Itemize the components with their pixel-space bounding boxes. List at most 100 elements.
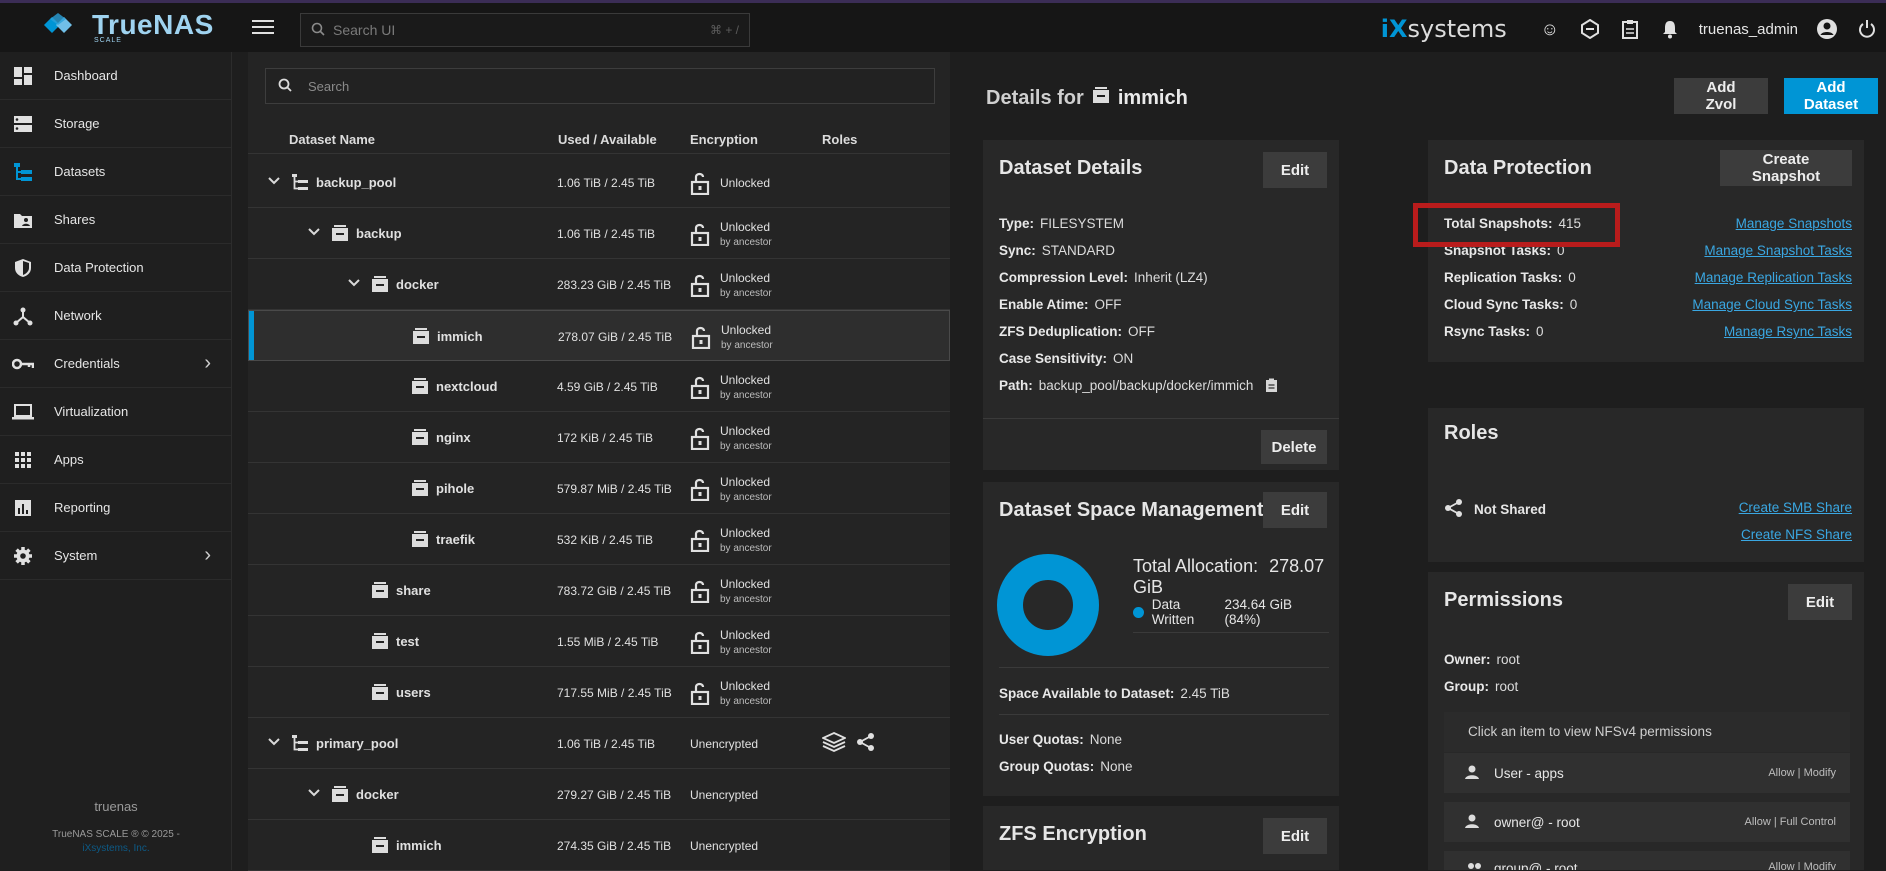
add-zvol-button[interactable]: Add Zvol [1674,78,1768,114]
create-smb-share-link[interactable]: Create SMB Share [1739,500,1852,515]
unlocked-padlock-icon[interactable] [690,171,712,196]
encryption-status-text: Unlocked [720,475,771,489]
sidebar-item-virtualization[interactable]: Virtualization [0,388,231,436]
dataset-used-available: 4.59 GiB / 2.45 TiB [557,380,658,394]
permissions-title: Permissions [1444,589,1563,611]
encryption-status-sub: by ancestor [720,288,772,299]
sidebar-item-datasets[interactable]: Datasets [0,148,231,196]
dataset-row[interactable]: immich 278.07 GiB / 2.45 TiB Unlocked by an… [248,310,950,361]
dataset-row[interactable]: users 717.55 MiB / 2.45 TiB Unlocked by anc… [248,667,950,718]
manage-snapshots-link[interactable]: Manage Snapshots [1736,216,1852,231]
dataset-icon [411,377,429,395]
unlocked-padlock-icon[interactable] [690,528,712,553]
manage-snapshot-tasks-link[interactable]: Manage Snapshot Tasks [1704,243,1852,258]
vendor-suffix: systems [1407,15,1507,43]
sidebar-item-credentials[interactable]: Credentials › [0,340,231,388]
chevron-down-icon[interactable] [308,785,320,800]
sidebar-item-dashboard[interactable]: Dashboard [0,52,231,100]
unlocked-padlock-icon[interactable] [690,426,712,451]
manage-rsync-tasks-link[interactable]: Manage Rsync Tasks [1724,324,1852,339]
sidebar-item-system[interactable]: System › [0,532,231,580]
create-snapshot-button[interactable]: Create Snapshot [1720,150,1852,186]
share-status: Not Shared [1444,498,1546,521]
jobs-clipboard-icon[interactable] [1619,18,1641,40]
sidebar-item-network[interactable]: Network [0,292,231,340]
company-link[interactable]: iXsystems, Inc. [0,843,232,854]
dataset-row[interactable]: primary_pool 1.06 TiB / 2.45 TiB Unencrypt… [248,718,950,769]
sidebar-item-apps[interactable]: Apps [0,436,231,484]
dataset-details-edit-button[interactable]: Edit [1263,152,1327,188]
dataset-row[interactable]: share 783.72 GiB / 2.45 TiB Unlocked by anc… [248,565,950,616]
encryption-status-sub: by ancestor [720,594,772,605]
encryption-status-text: Unlocked [720,628,771,642]
unlocked-padlock-icon[interactable] [690,630,712,655]
dataset-row[interactable]: traefik 532 KiB / 2.45 TiB Unlocked by ance… [248,514,950,565]
chevron-down-icon[interactable] [308,224,320,239]
sidebar-item-label: Storage [54,116,100,131]
unlocked-padlock-icon[interactable] [690,222,712,247]
unlocked-padlock-icon[interactable] [690,375,712,400]
dataset-row[interactable]: nextcloud 4.59 GiB / 2.45 TiB Unlocked by a… [248,361,950,412]
manage-cloud-sync-tasks-link[interactable]: Manage Cloud Sync Tasks [1692,297,1852,312]
permissions-edit-button[interactable]: Edit [1788,584,1852,620]
dataset-row[interactable]: immich 274.35 GiB / 2.45 TiB Unencrypted [248,820,950,871]
truecommand-icon[interactable] [1579,18,1601,40]
dataset-used-available: 278.07 GiB / 2.45 TiB [558,330,673,344]
dataset-search-input[interactable]: Search [265,68,935,104]
delete-dataset-button[interactable]: Delete [1261,430,1327,464]
notifications-bell-icon[interactable] [1659,18,1681,40]
encryption-status-text: Unlocked [720,577,771,591]
truenas-logo[interactable]: TrueNAS [40,11,214,39]
space-management-edit-button[interactable]: Edit [1263,492,1327,528]
manage-replication-tasks-link[interactable]: Manage Replication Tasks [1695,270,1852,285]
dataset-row[interactable]: pihole 579.87 MiB / 2.45 TiB Unlocked by an… [248,463,950,514]
column-header-encryption[interactable]: Encryption [690,132,758,147]
ixsystems-logo[interactable]: iXsystems [1381,15,1507,43]
detail-atime: Enable Atime: OFF [999,297,1122,312]
dataset-row[interactable]: backup 1.06 TiB / 2.45 TiB Unlocked by ance… [248,208,950,259]
unlocked-padlock-icon[interactable] [690,477,712,502]
dataset-name: share [396,583,431,598]
sidebar-item-storage[interactable]: Storage [0,100,231,148]
unlocked-padlock-icon[interactable] [690,681,712,706]
encryption-status: Unlocked by ancestor [720,373,772,403]
column-header-used[interactable]: Used / Available [558,132,657,147]
power-icon[interactable] [1856,18,1878,40]
chevron-down-icon[interactable] [268,173,280,188]
share-icon[interactable] [856,732,876,755]
truecommand-role-icon[interactable] [820,732,848,755]
acl-entry[interactable]: group@ - root Allow | Modify [1444,851,1850,870]
acl-entry[interactable]: User - apps Allow | Modify [1444,753,1850,793]
create-nfs-share-link[interactable]: Create NFS Share [1741,527,1852,542]
search-ui-input[interactable]: Search UI ⌘ + / [300,13,750,47]
pool-icon [291,734,309,752]
column-header-roles[interactable]: Roles [822,132,857,147]
unlocked-padlock-icon[interactable] [691,325,713,350]
dataset-row[interactable]: docker 283.23 GiB / 2.45 TiB Unlocked by an… [248,259,950,310]
column-header-name[interactable]: Dataset Name [289,132,375,147]
roles-card: Roles Not Shared Create SMB Share Create… [1428,372,1864,562]
unlocked-padlock-icon[interactable] [690,579,712,604]
detail-type: Type: FILESYSTEM [999,216,1125,231]
chevron-down-icon[interactable] [268,734,280,749]
dataset-row[interactable]: docker 279.27 GiB / 2.45 TiB Unencrypted [248,769,950,820]
menu-toggle-icon[interactable] [252,17,274,35]
dataset-row[interactable]: test 1.55 MiB / 2.45 TiB Unlocked by ancest… [248,616,950,667]
chevron-down-icon[interactable] [348,275,360,290]
username[interactable]: truenas_admin [1699,21,1798,38]
unlocked-padlock-icon[interactable] [690,273,712,298]
zfs-encryption-card: ZFS Encryption Edit [983,806,1339,870]
sidebar-item-data-protection[interactable]: Data Protection [0,244,231,292]
add-dataset-button[interactable]: Add Dataset [1784,78,1878,114]
acl-entry[interactable]: owner@ - root Allow | Full Control [1444,802,1850,842]
zfs-encryption-edit-button[interactable]: Edit [1263,818,1327,854]
account-circle-icon[interactable] [1816,18,1838,40]
details-title: Details for immich [986,86,1188,110]
sidebar-item-reporting[interactable]: Reporting [0,484,231,532]
copy-clipboard-icon[interactable] [1265,378,1278,393]
dataset-row[interactable]: backup_pool 1.06 TiB / 2.45 TiB Unlocked [248,157,950,208]
feedback-icon[interactable]: ☺ [1539,18,1561,40]
dataset-row[interactable]: nginx 172 KiB / 2.45 TiB Unlocked by ancest… [248,412,950,463]
sidebar-item-shares[interactable]: Shares [0,196,231,244]
dataset-used-available: 283.23 GiB / 2.45 TiB [557,278,672,292]
